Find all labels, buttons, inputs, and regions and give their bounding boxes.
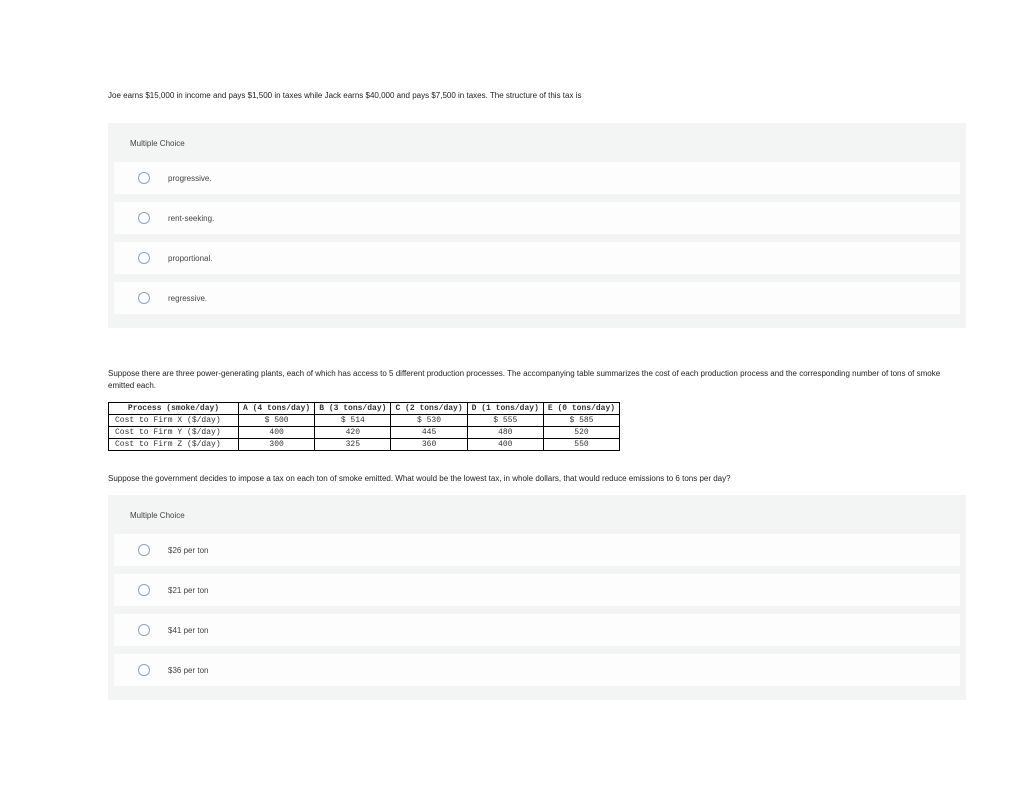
q1-option[interactable]: rent-seeking.	[114, 202, 960, 234]
q2-option[interactable]: $41 per ton	[114, 614, 960, 646]
option-label: progressive.	[168, 174, 212, 183]
table-row: Cost to Firm Z ($/day) 300 325 360 400 5…	[109, 439, 620, 451]
table-row: Cost to Firm X ($/day) $ 500 $ 514 $ 530…	[109, 415, 620, 427]
row-label: Cost to Firm Y ($/day)	[109, 427, 239, 439]
cell: $ 530	[391, 415, 467, 427]
cell: 420	[315, 427, 391, 439]
option-label: $26 per ton	[168, 546, 208, 555]
radio-icon[interactable]	[138, 624, 150, 636]
option-label: $41 per ton	[168, 626, 208, 635]
q1-option[interactable]: progressive.	[114, 162, 960, 194]
option-label: rent-seeking.	[168, 214, 214, 223]
radio-icon[interactable]	[138, 664, 150, 676]
table-header: Process (smoke/day)	[109, 403, 239, 415]
table-header: B (3 tons/day)	[315, 403, 391, 415]
cell: $ 514	[315, 415, 391, 427]
cell: 300	[239, 439, 315, 451]
option-label: regressive.	[168, 294, 207, 303]
cell: 400	[239, 427, 315, 439]
table-header: C (2 tons/day)	[391, 403, 467, 415]
cell: 480	[467, 427, 543, 439]
row-label: Cost to Firm X ($/day)	[109, 415, 239, 427]
q2-option[interactable]: $26 per ton	[114, 534, 960, 566]
radio-icon[interactable]	[138, 252, 150, 264]
radio-icon[interactable]	[138, 172, 150, 184]
cell: 400	[467, 439, 543, 451]
cell: $ 555	[467, 415, 543, 427]
q1-option[interactable]: proportional.	[114, 242, 960, 274]
q2-option[interactable]: $36 per ton	[114, 654, 960, 686]
q2-followup: Suppose the government decides to impose…	[108, 473, 966, 485]
q2-mc-header: Multiple Choice	[108, 507, 966, 534]
cell: 445	[391, 427, 467, 439]
radio-icon[interactable]	[138, 212, 150, 224]
table-header: E (0 tons/day)	[543, 403, 619, 415]
q2-mc-block: Multiple Choice $26 per ton $21 per ton …	[108, 495, 966, 700]
cell: $ 500	[239, 415, 315, 427]
q2-intro: Suppose there are three power-generating…	[108, 368, 966, 392]
radio-icon[interactable]	[138, 544, 150, 556]
table-row: Cost to Firm Y ($/day) 400 420 445 480 5…	[109, 427, 620, 439]
q1-mc-block: Multiple Choice progressive. rent-seekin…	[108, 123, 966, 328]
option-label: $36 per ton	[168, 666, 208, 675]
radio-icon[interactable]	[138, 584, 150, 596]
cell: 325	[315, 439, 391, 451]
cell: 360	[391, 439, 467, 451]
q2-table: Process (smoke/day) A (4 tons/day) B (3 …	[108, 402, 620, 451]
q1-option[interactable]: regressive.	[114, 282, 960, 314]
q1-mc-header: Multiple Choice	[108, 135, 966, 162]
q1-prompt: Joe earns $15,000 in income and pays $1,…	[108, 90, 966, 101]
table-header: A (4 tons/day)	[239, 403, 315, 415]
cell: 520	[543, 427, 619, 439]
table-header-row: Process (smoke/day) A (4 tons/day) B (3 …	[109, 403, 620, 415]
option-label: proportional.	[168, 254, 212, 263]
cell: 550	[543, 439, 619, 451]
row-label: Cost to Firm Z ($/day)	[109, 439, 239, 451]
table-header: D (1 tons/day)	[467, 403, 543, 415]
cell: $ 585	[543, 415, 619, 427]
radio-icon[interactable]	[138, 292, 150, 304]
option-label: $21 per ton	[168, 586, 208, 595]
q2-option[interactable]: $21 per ton	[114, 574, 960, 606]
